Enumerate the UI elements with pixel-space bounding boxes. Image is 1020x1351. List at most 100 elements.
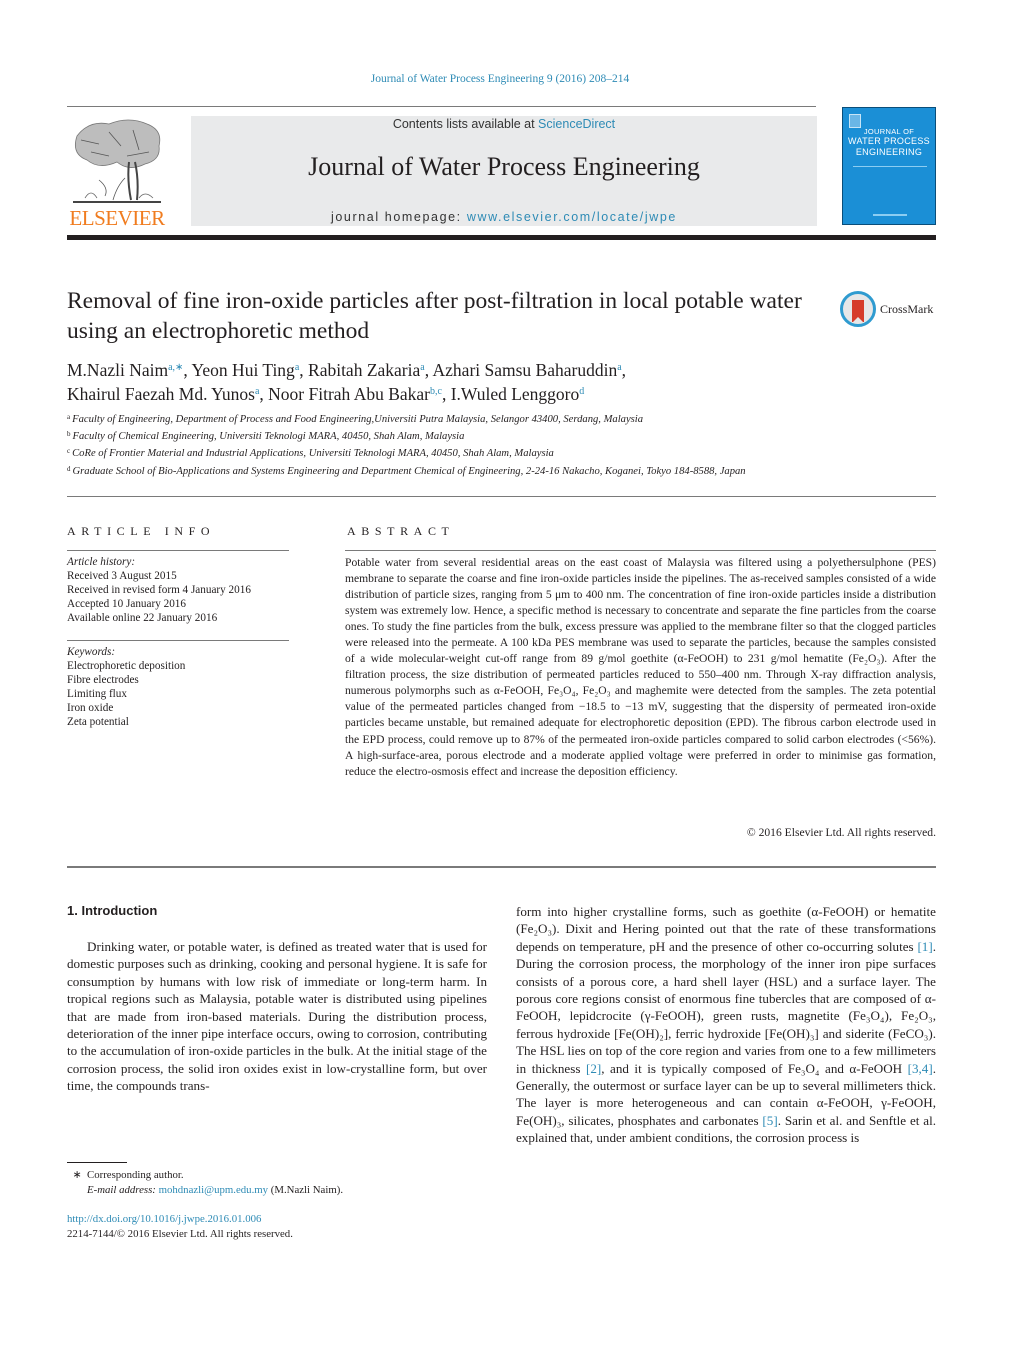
author-affiliation-mark[interactable]: b,c <box>430 386 442 397</box>
author-name[interactable]: Azhari Samsu Baharuddin <box>433 360 618 380</box>
author-name[interactable]: Rabitah Zakaria <box>308 360 420 380</box>
doi-block: http://dx.doi.org/10.1016/j.jwpe.2016.01… <box>67 1212 487 1241</box>
author-name[interactable]: Yeon Hui Ting <box>192 360 295 380</box>
tree-logo-icon <box>73 119 161 203</box>
author-separator: , <box>621 360 627 380</box>
cover-divider <box>853 166 927 167</box>
keyword-item: Iron oxide <box>67 702 114 714</box>
author-affiliation-mark[interactable]: d <box>579 386 584 397</box>
elsevier-logo[interactable]: ELSEVIER <box>67 116 167 230</box>
affiliation-text: CoRe of Frontier Material and Industrial… <box>72 448 554 460</box>
article-history-heading: Article history: <box>67 556 136 568</box>
affiliation-text: Faculty of Chemical Engineering, Univers… <box>72 431 465 443</box>
journal-name: Journal of Water Process Engineering <box>308 152 700 181</box>
affiliation-key: b <box>67 430 71 439</box>
author-list: M.Nazli Naima,∗, Yeon Hui Tinga, Rabitah… <box>67 357 827 405</box>
affiliation-item: a Faculty of Engineering, Department of P… <box>67 410 827 427</box>
introduction-right-column: form into higher crystalline forms, such… <box>516 903 936 1147</box>
abstract-body: Potable water from several residential a… <box>345 556 936 778</box>
footnote-star: ∗ <box>72 1169 82 1181</box>
crossmark-label: CrossMark <box>880 302 934 316</box>
affiliation-key: a <box>67 413 71 421</box>
keyword-item: Electrophoretic deposition <box>67 660 186 672</box>
abstract-copyright: © 2016 Elsevier Ltd. All rights reserved… <box>746 826 936 839</box>
homepage-prefix: journal homepage: <box>331 210 467 224</box>
elsevier-wordmark: ELSEVIER <box>69 206 165 230</box>
body-text: . During the corrosion process, the morp… <box>516 938 936 1076</box>
abstract-heading: ABSTRACT <box>347 524 455 538</box>
affiliation-item: d Graduate School of Bio-Applications and… <box>67 462 827 479</box>
abstract-divider <box>345 550 936 551</box>
author-name[interactable]: I.Wuled Lenggoro <box>451 384 580 404</box>
citation-link[interactable]: [3,4] <box>908 1061 933 1076</box>
crossmark-button[interactable]: CrossMark <box>840 291 940 329</box>
corresponding-author-label: Corresponding author. <box>87 1169 184 1181</box>
article-info-divider <box>67 550 289 551</box>
history-item: Available online 22 January 2016 <box>67 612 218 624</box>
keywords-heading: Keywords: <box>67 646 116 658</box>
author-separator: , <box>424 360 433 380</box>
footnotes: ∗ Corresponding author. E-mail address: m… <box>67 1168 487 1197</box>
email-note: E-mail address: mohdnazli@upm.edu.my (M.… <box>67 1183 487 1198</box>
journal-homepage-link[interactable]: www.elsevier.com/locate/jwpe <box>467 210 677 224</box>
cover-title-line: JOURNAL OF <box>863 127 915 136</box>
author-separator: , <box>183 360 192 380</box>
email-link[interactable]: mohdnazli@upm.edu.my <box>159 1184 269 1196</box>
author-affiliation-mark[interactable]: a,∗ <box>168 362 183 373</box>
affiliation-item: b Faculty of Chemical Engineering, Univer… <box>67 427 827 444</box>
footnote-divider <box>67 1162 127 1163</box>
keywords-divider <box>67 640 289 641</box>
citation-link[interactable]: [5] <box>762 1113 777 1128</box>
cover-title-line: WATER PROCESS <box>848 136 930 146</box>
body-text: , and it is typically composed of Fe₃O₄ … <box>601 1060 908 1076</box>
citation-link[interactable]: [2] <box>586 1061 601 1076</box>
journal-masthead: Contents lists available at ScienceDirec… <box>191 116 817 226</box>
article-title: Removal of fine iron-oxide particles aft… <box>67 288 802 344</box>
header-thick-divider <box>67 235 936 240</box>
email-suffix: (M.Nazli Naim). <box>268 1183 344 1196</box>
citation-link[interactable]: [1] <box>917 939 932 954</box>
history-item: Received 3 August 2015 <box>67 570 177 582</box>
doi-link[interactable]: http://dx.doi.org/10.1016/j.jwpe.2016.01… <box>67 1212 487 1227</box>
author-separator: , <box>299 360 309 380</box>
affiliation-text: Graduate School of Bio-Applications and … <box>72 465 746 477</box>
cover-title: JOURNAL OF WATER PROCESS ENGINEERING <box>843 127 935 158</box>
affiliation-text: Faculty of Engineering, Department of Pr… <box>72 414 644 425</box>
affiliation-key: d <box>67 464 71 473</box>
author-name[interactable]: Khairul Faezah Md. Yunos <box>67 384 255 404</box>
journal-cover[interactable]: JOURNAL OF WATER PROCESS ENGINEERING <box>842 107 936 225</box>
contents-line: Contents lists available at ScienceDirec… <box>191 117 817 131</box>
sciencedirect-link[interactable]: ScienceDirect <box>538 117 615 131</box>
corresponding-author-note: ∗ Corresponding author. <box>67 1168 487 1183</box>
history-item: Received in revised form 4 January 2016 <box>67 584 251 596</box>
author-separator: , <box>441 384 451 404</box>
crossmark-icon <box>840 291 876 327</box>
keyword-item: Fibre electrodes <box>67 674 139 686</box>
author-name[interactable]: Noor Fitrah Abu Bakar <box>268 384 430 404</box>
cover-publisher-badge-icon <box>849 114 861 128</box>
homepage-line: journal homepage: www.elsevier.com/locat… <box>191 210 817 224</box>
introduction-left-column: Drinking water, or potable water, is def… <box>67 939 487 1094</box>
history-item: Accepted 10 January 2016 <box>67 598 186 610</box>
article-history: Article history: Received 3 August 2015 … <box>67 555 289 625</box>
crossmark-ribbon-icon <box>852 300 864 323</box>
keyword-item: Limiting flux <box>67 688 127 700</box>
affiliations: a Faculty of Engineering, Department of P… <box>67 410 827 479</box>
keyword-item: Zeta potential <box>67 716 129 728</box>
issn-copyright: 2214-7144/© 2016 Elsevier Ltd. All right… <box>67 1227 293 1240</box>
email-label: E-mail address: <box>87 1183 159 1196</box>
article-info-heading: ARTICLE INFO <box>67 524 216 538</box>
author-separator: , <box>259 384 269 404</box>
author-name[interactable]: M.Nazli Naim <box>67 360 168 380</box>
contents-prefix: Contents lists available at <box>392 117 539 131</box>
abstract-bottom-divider <box>67 866 936 868</box>
running-head-link[interactable]: Journal of Water Process Engineering 9 (… <box>0 73 1000 85</box>
cover-title-line: ENGINEERING <box>855 147 923 157</box>
affiliation-key: c <box>67 447 71 456</box>
body-text: form into higher crystalline forms, such… <box>516 904 936 954</box>
cover-footer-bar <box>873 214 907 216</box>
keywords: Keywords: Electrophoretic deposition Fib… <box>67 645 289 729</box>
top-divider <box>67 106 816 107</box>
affiliation-item: c CoRe of Frontier Material and Industria… <box>67 444 827 461</box>
introduction-heading: 1. Introduction <box>67 903 158 918</box>
